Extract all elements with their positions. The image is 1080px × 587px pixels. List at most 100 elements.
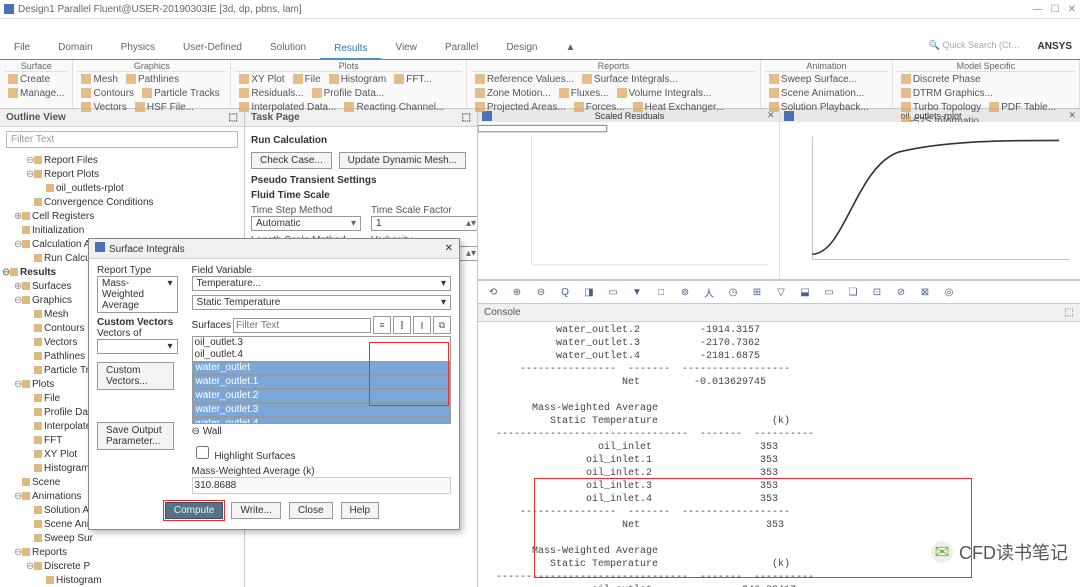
surface-item[interactable]: water_outlet.2 xyxy=(193,389,450,403)
console-menu-icon[interactable]: ⬚ xyxy=(1065,307,1074,318)
field-variable-select[interactable]: Temperature...▾ xyxy=(192,276,451,291)
toolbar-icon[interactable]: ⊠ xyxy=(916,283,934,301)
tree-node[interactable]: Histogram xyxy=(2,574,242,587)
check-case-button[interactable]: Check Case... xyxy=(251,152,332,169)
ribbon-item[interactable]: Manage... xyxy=(4,86,68,100)
toolbar-icon[interactable]: ⊞ xyxy=(748,283,766,301)
ribbon-item[interactable]: Solution Playback... xyxy=(765,100,873,114)
time-step-select[interactable]: Automatic▾ xyxy=(251,216,361,231)
ribbon-item[interactable]: Profile Data... xyxy=(308,86,389,100)
tree-node[interactable]: Convergence Conditions xyxy=(2,196,242,210)
tree-node[interactable]: oil_outlets-rplot xyxy=(2,182,242,196)
tree-node[interactable]: ⊖Report Files xyxy=(2,154,242,168)
toolbar-icon[interactable]: ⊘ xyxy=(892,283,910,301)
minimize-button[interactable]: — xyxy=(1033,4,1043,15)
ribbon-item[interactable]: Fluxes... xyxy=(555,86,613,100)
ribbon-item[interactable]: Pathlines xyxy=(122,72,183,86)
ribbon-item[interactable]: HSF File... xyxy=(131,100,198,114)
surfaces-list[interactable]: oil_outlet.3oil_outlet.4water_outletwate… xyxy=(192,336,451,424)
ribbon-item[interactable]: Residuals... xyxy=(235,86,307,100)
toolbar-icon[interactable]: ▭ xyxy=(604,283,622,301)
ribbon-item[interactable]: Projected Areas... xyxy=(471,100,570,114)
ribbon-item[interactable]: Turbo Topology xyxy=(897,100,985,114)
close-button[interactable]: ✕ xyxy=(1068,4,1076,15)
toolbar-icon[interactable]: Q xyxy=(556,283,574,301)
ribbon-item[interactable]: Discrete Phase xyxy=(897,72,985,86)
ribbon-item[interactable]: Reacting Channel... xyxy=(340,100,448,114)
save-output-button[interactable]: Save Output Parameter... xyxy=(97,422,174,450)
ribbon-item[interactable]: Heat Exchanger... xyxy=(629,100,729,114)
highlight-checkbox[interactable] xyxy=(196,446,209,459)
close-button-dialog[interactable]: Close xyxy=(289,502,333,519)
ribbon-item[interactable]: Create xyxy=(4,72,54,86)
toolbar-icon[interactable]: ◷ xyxy=(724,283,742,301)
tab-solution[interactable]: Solution xyxy=(256,39,320,59)
ribbon-item[interactable]: PDF Table... xyxy=(985,100,1060,114)
ribbon-item[interactable]: Sweep Surface... xyxy=(765,72,861,86)
ribbon-item[interactable]: Reference Values... xyxy=(471,72,578,86)
ribbon-item[interactable]: Contours xyxy=(77,86,138,100)
toolbar-icon[interactable]: ⟲ xyxy=(484,283,502,301)
tree-node[interactable]: ⊖Reports xyxy=(2,546,242,560)
tree-node[interactable]: ⊖Discrete P xyxy=(2,560,242,574)
tree-node[interactable]: Initialization xyxy=(2,224,242,238)
toolbar-icon[interactable]: ⊚ xyxy=(676,283,694,301)
tab-file[interactable]: File xyxy=(0,39,44,59)
toolbar-icon[interactable]: ▼ xyxy=(628,283,646,301)
ribbon-item[interactable]: Vectors xyxy=(77,100,130,114)
tab-results[interactable]: Results xyxy=(320,40,381,60)
ribbon-item[interactable]: Particle Tracks xyxy=(138,86,224,100)
toolbar-icon[interactable]: ⬓ xyxy=(796,283,814,301)
ribbon-item[interactable]: Scene Animation... xyxy=(765,86,868,100)
tab-domain[interactable]: Domain xyxy=(44,39,106,59)
time-scale-input[interactable]: 1▴▾ xyxy=(371,216,477,231)
ribbon-item[interactable]: Interpolated Data... xyxy=(235,100,340,114)
toolbar-icon[interactable]: ⊡ xyxy=(868,283,886,301)
surface-item[interactable]: water_outlet xyxy=(193,361,450,375)
tab-view[interactable]: View xyxy=(381,39,431,59)
surface-item[interactable]: oil_outlet.3 xyxy=(193,337,450,349)
write-button[interactable]: Write... xyxy=(231,502,280,519)
ribbon-item[interactable]: Zone Motion... xyxy=(471,86,555,100)
outline-filter[interactable]: Filter Text xyxy=(6,131,238,148)
tab-▲[interactable]: ▲ xyxy=(551,39,589,59)
field-sub-select[interactable]: Static Temperature▾ xyxy=(192,295,451,310)
surface-item[interactable]: oil_outlet.4 xyxy=(193,349,450,361)
tab-design[interactable]: Design xyxy=(492,39,551,59)
maximize-button[interactable]: ☐ xyxy=(1051,4,1060,15)
ribbon-item[interactable]: Forces... xyxy=(570,100,629,114)
toolbar-icon[interactable]: □ xyxy=(652,283,670,301)
surface-item[interactable]: water_outlet.3 xyxy=(193,403,450,417)
invert-icon[interactable]: ⧉ xyxy=(433,316,451,334)
tree-node[interactable]: ⊕Cell Registers xyxy=(2,210,242,224)
tab-physics[interactable]: Physics xyxy=(107,39,169,59)
update-mesh-button[interactable]: Update Dynamic Mesh... xyxy=(339,152,467,169)
help-button[interactable]: Help xyxy=(341,502,380,519)
tree-node[interactable]: ⊖Report Plots xyxy=(2,168,242,182)
surface-item[interactable]: water_outlet.1 xyxy=(193,375,450,389)
select-all-icon[interactable]: ⫿ xyxy=(393,316,411,334)
toolbar-icon[interactable]: ◎ xyxy=(940,283,958,301)
toolbar-icon[interactable]: ▽ xyxy=(772,283,790,301)
compute-button[interactable]: Compute xyxy=(165,502,224,519)
ribbon-item[interactable]: DTRM Graphics... xyxy=(897,86,997,100)
ribbon-item[interactable]: Histogram xyxy=(325,72,391,86)
surfaces-filter[interactable] xyxy=(233,318,371,333)
tree-node[interactable]: Sweep Sur xyxy=(2,532,242,546)
ribbon-item[interactable]: XY Plot xyxy=(235,72,288,86)
toolbar-icon[interactable]: ❏ xyxy=(844,283,862,301)
toolbar-icon[interactable]: ◨ xyxy=(580,283,598,301)
ribbon-item[interactable]: Volume Integrals... xyxy=(613,86,716,100)
custom-vectors-button[interactable]: Custom Vectors... xyxy=(97,362,174,390)
toolbar-icon[interactable]: ⊖ xyxy=(532,283,550,301)
toolbar-icon[interactable]: 人 xyxy=(700,283,718,301)
tab-parallel[interactable]: Parallel xyxy=(431,39,492,59)
deselect-icon[interactable]: ⫾ xyxy=(413,316,431,334)
toolbar-icon[interactable]: ⊕ xyxy=(508,283,526,301)
ribbon-item[interactable]: Surface Integrals... xyxy=(578,72,682,86)
filter-icon[interactable]: ≡ xyxy=(373,316,391,334)
wall-group[interactable]: Wall xyxy=(203,426,222,437)
surface-item[interactable]: water_outlet.4 xyxy=(193,417,450,424)
dialog-close-icon[interactable]: ✕ xyxy=(445,243,453,254)
ribbon-item[interactable]: FFT... xyxy=(390,72,436,86)
